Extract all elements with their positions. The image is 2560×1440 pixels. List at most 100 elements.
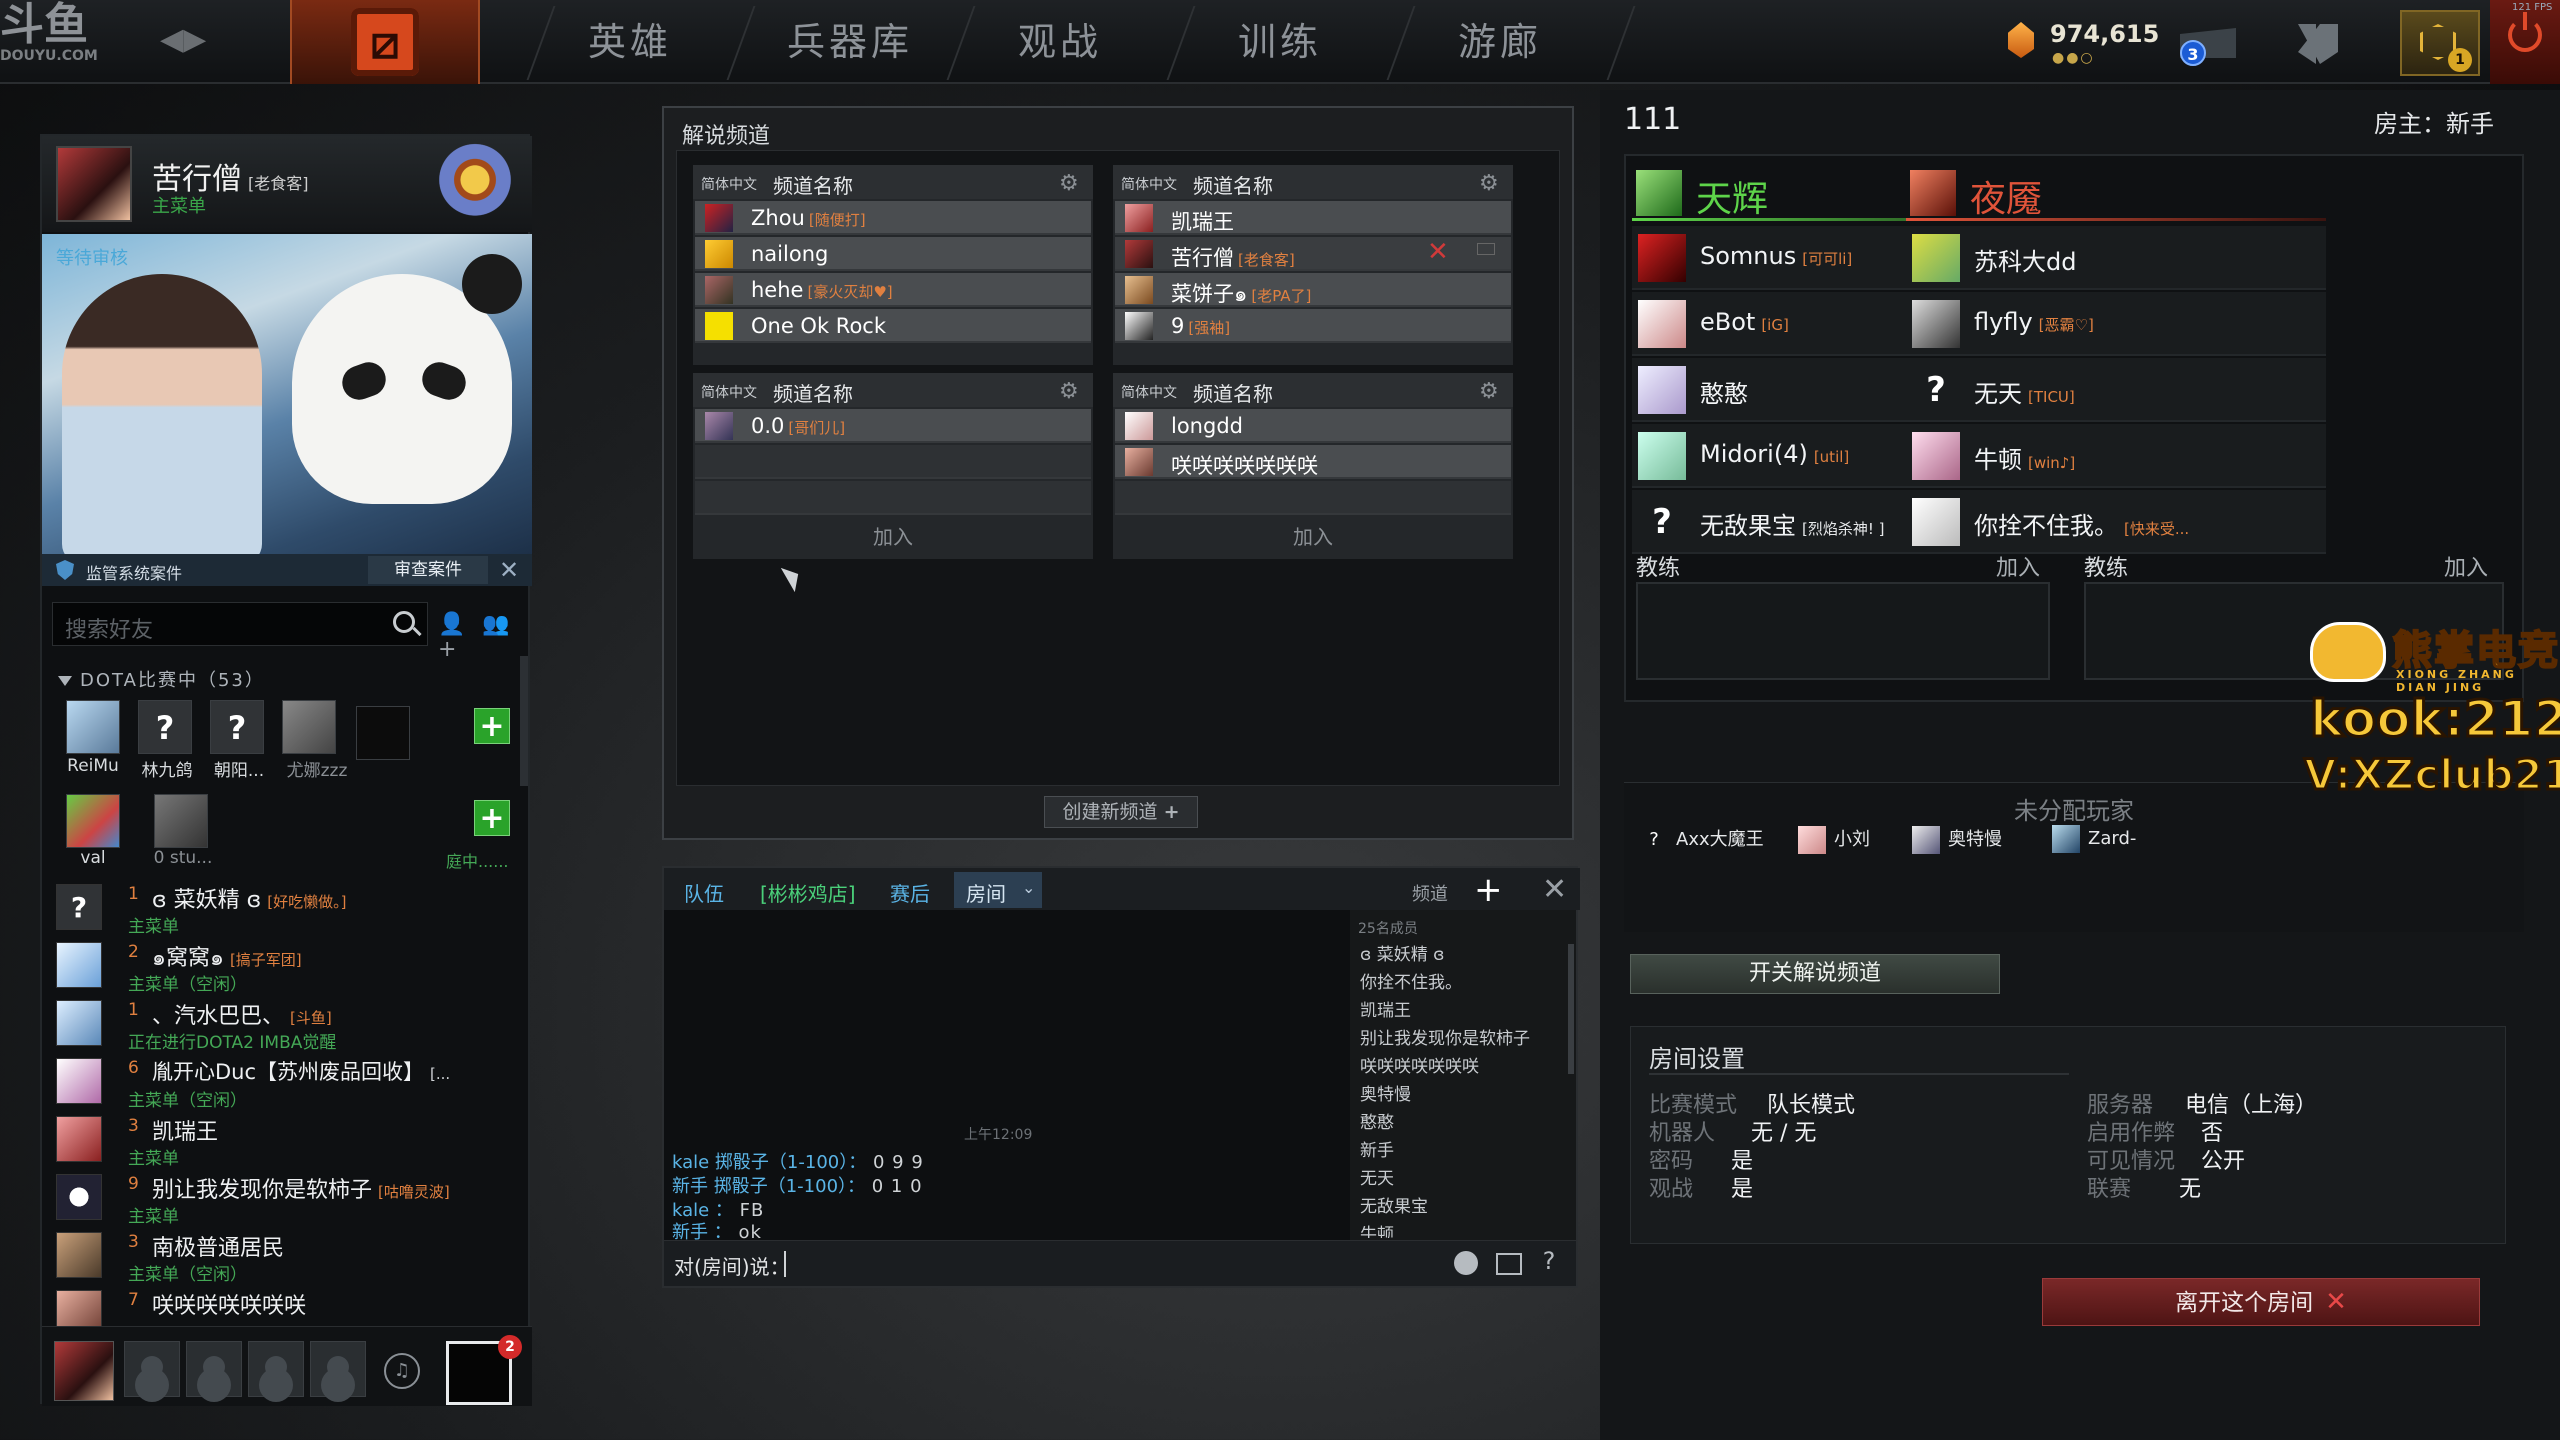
channel-slot-empty[interactable] (1115, 481, 1511, 515)
coach-slot-radiant[interactable] (1636, 582, 2050, 680)
gear-icon[interactable]: ⚙ (1059, 171, 1079, 196)
party-slot-empty[interactable] (124, 1341, 180, 1397)
leave-slot-icon[interactable]: ✕ (1427, 237, 1449, 267)
unassigned-player[interactable]: ? Axx大魔王 (1640, 825, 1763, 854)
channel-slot[interactable]: 咲咲咲咲咲咲咲 (1115, 445, 1511, 479)
gear-icon[interactable]: ⚙ (1479, 171, 1499, 196)
chevron-down-icon[interactable]: ⌄ (1022, 878, 1035, 897)
party-slot-empty[interactable] (186, 1341, 242, 1397)
search-icon[interactable] (393, 611, 415, 633)
dire-header[interactable]: 夜魇 (1906, 164, 2326, 221)
channel-slot[interactable]: 0.0 [哥们儿] (695, 409, 1091, 443)
channel-slot[interactable]: hehe [豪火灭却♥] (695, 273, 1091, 307)
leave-lobby-button[interactable]: 离开这个房间 ✕ (2042, 1278, 2480, 1326)
friend-search-input[interactable]: 搜索好友 (52, 602, 428, 646)
scrollbar[interactable] (520, 656, 528, 786)
close-icon[interactable]: ✕ (494, 556, 524, 584)
unassigned-player[interactable]: 小刘 (1798, 825, 1870, 854)
tab-armory[interactable]: 兵器库 (770, 14, 930, 70)
chat-input[interactable]: 对(房间)说： ? (664, 1240, 1576, 1286)
chat-member[interactable]: 奥特慢 (1360, 1080, 1411, 1105)
dire-player-slot[interactable]: 苏科大dd (1906, 226, 2326, 290)
tab-heroes[interactable]: 英雄 (560, 14, 700, 70)
rank-medal-icon[interactable] (430, 142, 520, 226)
party-member-avatar[interactable] (66, 794, 120, 848)
dire-player-slot[interactable]: 你拴不住我。 [快来受... (1906, 490, 2326, 554)
tab-arcade[interactable]: 游廊 (1430, 14, 1570, 70)
friends-list-icon[interactable]: 👥 (482, 612, 516, 637)
chat-member[interactable]: 咲咲咲咲咲咲咲 (1360, 1052, 1479, 1077)
unassigned-player[interactable]: 奥特慢 (1912, 825, 2002, 854)
channel-slot[interactable]: 菜饼子๑ [老PA了] (1115, 273, 1511, 307)
chat-member[interactable]: 凯瑞王 (1360, 996, 1411, 1021)
channel-slot[interactable]: 凯瑞王 (1115, 201, 1511, 235)
chat-member[interactable]: 牛顿 (1360, 1220, 1394, 1238)
channel-slot-self[interactable]: 苦行僧 [老食客] ✕ (1115, 237, 1511, 271)
chat-member[interactable]: 憨憨 (1360, 1108, 1394, 1133)
channel-slot[interactable]: nailong (695, 237, 1091, 271)
channel-slot[interactable]: One Ok Rock (695, 309, 1091, 343)
headset-icon[interactable]: ♫ (384, 1353, 420, 1389)
party-leader-avatar[interactable] (54, 1341, 114, 1401)
channel-slot[interactable]: Zhou [随便打] (695, 201, 1091, 235)
review-case-button[interactable]: 审查案件 (368, 556, 488, 584)
friend-row[interactable]: 7 咲咲咲咲咲咲咲 (52, 1286, 522, 1326)
join-channel-button[interactable]: 加入 (1113, 517, 1513, 557)
friend-row[interactable]: 2 ๑窝窝๑ [搞子军团] 主菜单（空闲） (52, 938, 522, 996)
unassigned-player[interactable]: Zard- (2052, 825, 2136, 853)
gear-icon[interactable]: ⚙ (1059, 379, 1079, 404)
scrollbar[interactable] (1568, 944, 1574, 1074)
join-channel-button[interactable]: 加入 (693, 517, 1093, 557)
chat-member[interactable]: 无敌果宝 (1360, 1192, 1428, 1217)
party-slot-empty[interactable] (310, 1341, 366, 1397)
chat-member[interactable]: ɞ 菜妖精 ɞ (1360, 940, 1444, 965)
tab-learn[interactable]: 训练 (1210, 14, 1350, 70)
create-channel-button[interactable]: 创建新频道 + (1044, 796, 1198, 828)
coach-join-button[interactable]: 加入 (2444, 550, 2488, 582)
add-channel-icon[interactable]: + (1474, 870, 1503, 910)
channel-button[interactable]: 频道 (1412, 880, 1448, 906)
channel-slot-empty[interactable] (695, 445, 1091, 479)
friend-row[interactable]: 3 凯瑞王 主菜单 (52, 1112, 522, 1170)
gear-icon[interactable]: ⚙ (1479, 379, 1499, 404)
chat-member[interactable]: 无天 (1360, 1164, 1394, 1189)
party-slot-empty[interactable] (248, 1341, 304, 1397)
coach-join-button[interactable]: 加入 (1996, 550, 2040, 582)
armory-icon[interactable] (2298, 24, 2338, 64)
dire-player-slot[interactable]: ? 无天 [TICU] (1906, 358, 2326, 422)
camera-icon[interactable] (1477, 243, 1495, 255)
channel-slot[interactable]: longdd (1115, 409, 1511, 443)
unknown-avatar-icon[interactable]: ? (138, 700, 192, 754)
chat-member[interactable]: 别让我发现你是软柿子 (1360, 1024, 1530, 1049)
tab-guild[interactable]: [彬彬鸡店] (760, 878, 856, 907)
toggle-broadcast-button[interactable]: 开关解说频道 (1630, 954, 2000, 994)
profile-header[interactable]: 苦行僧 [老食客] 主菜单 (42, 136, 532, 232)
screenshot-icon[interactable] (1496, 1253, 1522, 1275)
unknown-avatar-icon[interactable]: ? (210, 700, 264, 754)
chat-member[interactable]: 你拴不住我。 (1360, 968, 1462, 993)
group-dota-in-match[interactable]: DOTA比赛中（53） (58, 666, 265, 692)
dire-player-slot[interactable]: 牛顿 [win♪] (1906, 424, 2326, 488)
avatar[interactable] (56, 146, 132, 222)
friend-row[interactable]: 1 、汽水巴巴、 [斗鱼] 正在进行DOTA2 IMBA觉醒 (52, 996, 522, 1054)
invite-party-button[interactable]: + (474, 800, 510, 836)
chat-member[interactable]: 新手 (1360, 1136, 1394, 1161)
dota-home-button[interactable]: ⧄ (290, 0, 480, 84)
friend-row[interactable]: 9 别让我发现你是软柿子 [咕噜灵波] 主菜单 (52, 1170, 522, 1228)
party-member-avatar[interactable] (282, 700, 336, 754)
channel-slot[interactable]: 9 [强袖] (1115, 309, 1511, 343)
tab-postgame[interactable]: 赛后 (890, 878, 930, 907)
back-arrow-icon[interactable]: ◀▶ (160, 22, 206, 57)
friend-row[interactable]: ? 1 ɞ 菜妖精 ɞ [好吃懒做。] 主菜单 (52, 880, 522, 938)
friend-row[interactable]: 3 南极普通居民 主菜单（空闲） (52, 1228, 522, 1286)
emoji-icon[interactable] (1454, 1251, 1478, 1275)
add-friend-icon[interactable]: 👤+ (438, 612, 472, 662)
channel-slot-empty[interactable] (695, 481, 1091, 515)
help-icon[interactable]: ? (1534, 1247, 1564, 1281)
party-member-avatar[interactable] (66, 700, 120, 754)
tab-team[interactable]: 队伍 (684, 878, 724, 907)
tab-watch[interactable]: 观战 (990, 14, 1130, 70)
invite-party-button[interactable]: + (474, 708, 510, 744)
close-icon[interactable]: ✕ (1542, 872, 1567, 907)
friend-row[interactable]: 6 胤开心Duc【苏州废品回收】 [... 主菜单（空闲） (52, 1054, 522, 1112)
